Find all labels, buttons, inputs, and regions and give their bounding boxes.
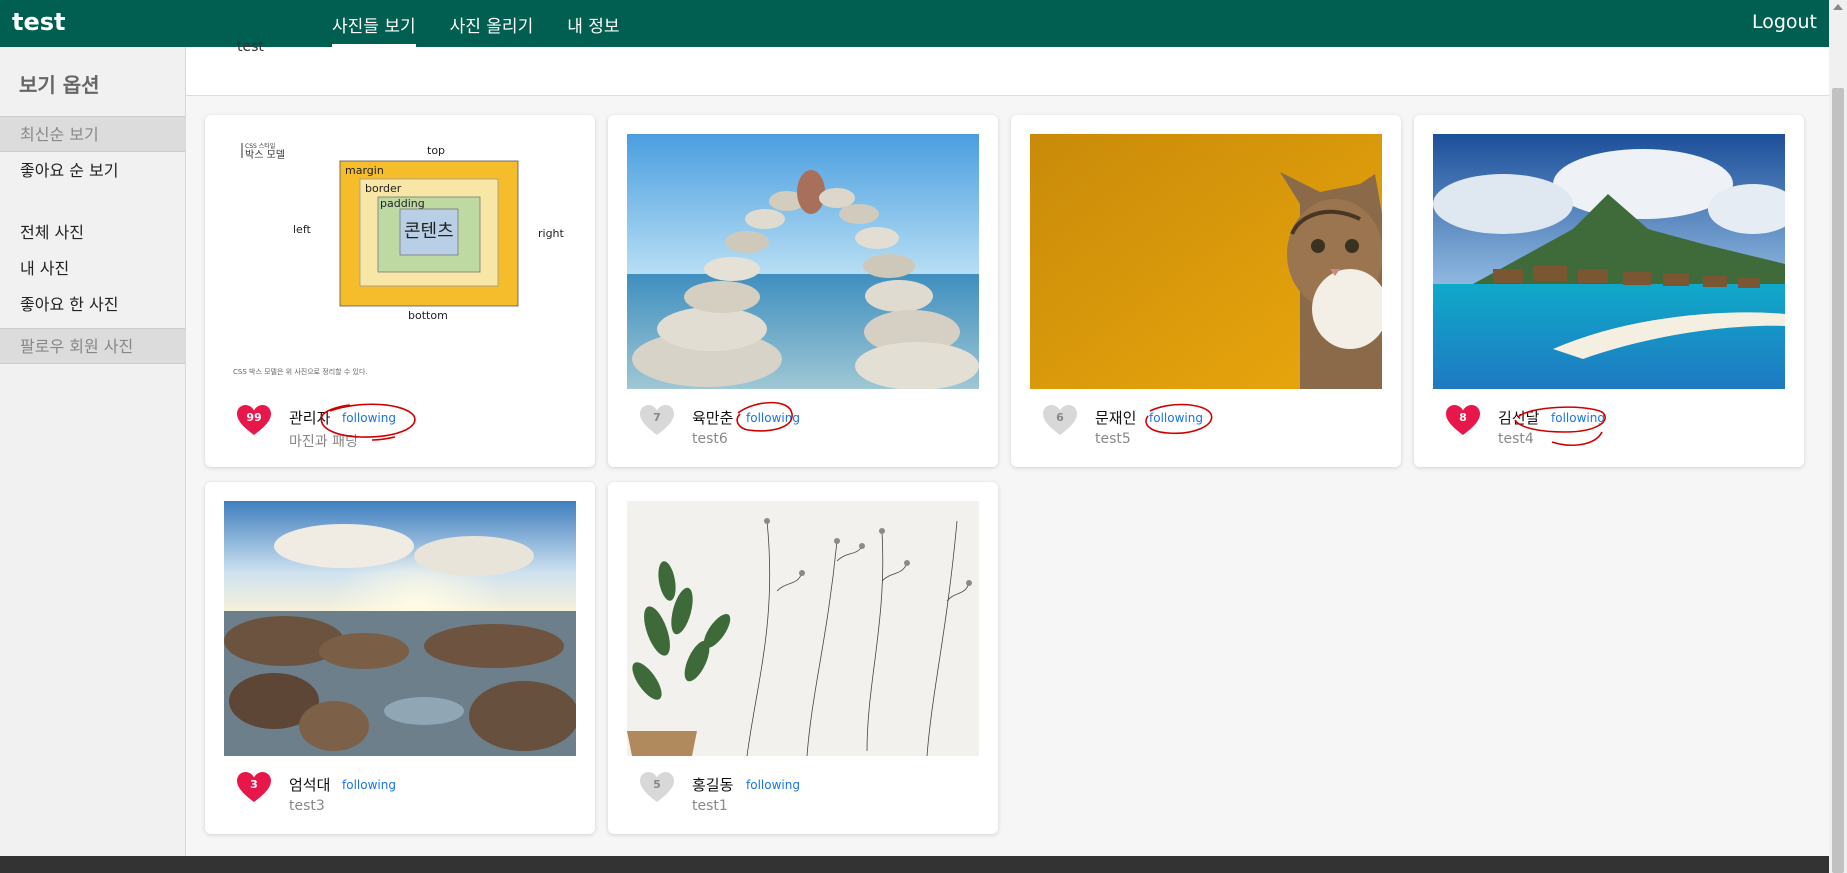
like-count: 3 — [250, 778, 258, 791]
following-link[interactable]: following — [1551, 411, 1605, 425]
following-link[interactable]: following — [746, 411, 800, 425]
like-button[interactable]: 3 — [236, 771, 272, 803]
sidebar-item-by-likes[interactable]: 좋아요 순 보기 — [0, 153, 185, 189]
sidebar-item-all-photos[interactable]: 전체 사진 — [0, 215, 185, 251]
like-count: 5 — [653, 778, 661, 791]
diagram-label-top: top — [427, 144, 445, 157]
diagram-heading-small: CSS 스타일 — [245, 142, 275, 150]
sidebar-item-my-photos[interactable]: 내 사진 — [0, 251, 185, 287]
user-name: 홍길동 — [692, 776, 734, 794]
like-button[interactable]: 5 — [639, 771, 675, 803]
photo-title: test3 — [289, 798, 325, 814]
photo-title: test6 — [692, 431, 728, 447]
sidebar-item-following-photos[interactable]: 팔로우 회원 사진 — [0, 328, 185, 364]
page-scrollbar[interactable] — [1829, 0, 1847, 873]
photo-box-model-diagram[interactable]: CSS 스타일 박스 모델 top left right bottom marg… — [224, 134, 576, 389]
like-count: 7 — [653, 411, 661, 424]
following-link[interactable]: following — [342, 778, 396, 792]
photo-rocky-coast[interactable] — [224, 501, 576, 756]
like-count: 99 — [246, 411, 262, 424]
following-link[interactable]: following — [1149, 411, 1203, 425]
nav-links: 사진들 보기 사진 올리기 내 정보 — [332, 0, 654, 47]
like-count: 8 — [1459, 411, 1467, 424]
following-link[interactable]: following — [342, 411, 396, 425]
brand-logo[interactable]: test — [12, 8, 66, 36]
sidebar-item-liked-photos[interactable]: 좋아요 한 사진 — [0, 287, 185, 323]
photo-cat[interactable] — [1030, 134, 1382, 389]
photo-card[interactable]: CSS 스타일 박스 모델 top left right bottom marg… — [205, 115, 595, 467]
diagram-label-border: border — [365, 182, 402, 195]
diagram-label-padding: padding — [380, 197, 425, 210]
sidebar-item-latest[interactable]: 최신순 보기 — [0, 116, 185, 152]
sidebar-title: 보기 옵션 — [19, 73, 100, 97]
scroll-up-arrow[interactable] — [1833, 4, 1843, 10]
photo-title: test5 — [1095, 431, 1131, 447]
scrollbar-thumb[interactable] — [1832, 88, 1844, 873]
photo-card[interactable]: 5 홍길동 following test1 — [608, 482, 998, 834]
photo-tropical-island[interactable] — [1433, 134, 1785, 389]
nav-upload-photo[interactable]: 사진 올리기 — [450, 0, 534, 47]
like-count: 6 — [1056, 411, 1064, 424]
user-name: 엄석대 — [289, 776, 331, 794]
nav-my-info[interactable]: 내 정보 — [567, 0, 619, 47]
top-navbar: test 사진들 보기 사진 올리기 내 정보 Logout — [0, 0, 1829, 47]
like-button[interactable]: 7 — [639, 404, 675, 436]
photo-card[interactable]: 3 엄석대 following test3 — [205, 482, 595, 834]
user-name: 관리자 — [289, 409, 331, 427]
photo-title: test4 — [1498, 431, 1534, 447]
photo-stone-arch[interactable] — [627, 134, 979, 389]
photo-card[interactable]: 7 육만춘 following test6 — [608, 115, 998, 467]
photo-plant-wallpaper[interactable] — [627, 501, 979, 756]
diagram-label-margin: margin — [345, 164, 384, 177]
following-link[interactable]: following — [746, 778, 800, 792]
diagram-caption: CSS 박스 모델은 위 사진으로 정리할 수 있다. — [233, 367, 368, 376]
diagram-label-content: 콘텐츠 — [404, 221, 454, 242]
photo-title: test1 — [692, 798, 728, 814]
nav-view-photos[interactable]: 사진들 보기 — [332, 0, 416, 47]
user-name: 문재인 — [1095, 409, 1137, 427]
diagram-label-bottom: bottom — [408, 309, 448, 322]
header-text: test — [237, 39, 264, 55]
diagram-label-right: right — [538, 227, 565, 240]
sidebar: 보기 옵션 최신순 보기 좋아요 순 보기 전체 사진 내 사진 좋아요 한 사… — [0, 47, 186, 856]
like-button[interactable]: 8 — [1445, 404, 1481, 436]
photo-title: 마진과 패딩 — [289, 434, 358, 450]
box-model-diagram: CSS 스타일 박스 모델 top left right bottom marg… — [224, 134, 576, 389]
photo-card[interactable]: 8 김선달 following test4 — [1414, 115, 1804, 467]
like-button[interactable]: 6 — [1042, 404, 1078, 436]
logout-button[interactable]: Logout — [1752, 11, 1817, 33]
photo-card[interactable]: 6 문재인 following test5 — [1011, 115, 1401, 467]
main-header: test — [186, 39, 1829, 96]
diagram-heading: 박스 모델 — [245, 149, 285, 161]
user-name: 육만춘 — [692, 409, 734, 427]
user-name: 김선달 — [1498, 409, 1540, 427]
footer-bar — [0, 856, 1829, 873]
diagram-label-left: left — [293, 223, 312, 236]
like-button[interactable]: 99 — [236, 404, 272, 436]
